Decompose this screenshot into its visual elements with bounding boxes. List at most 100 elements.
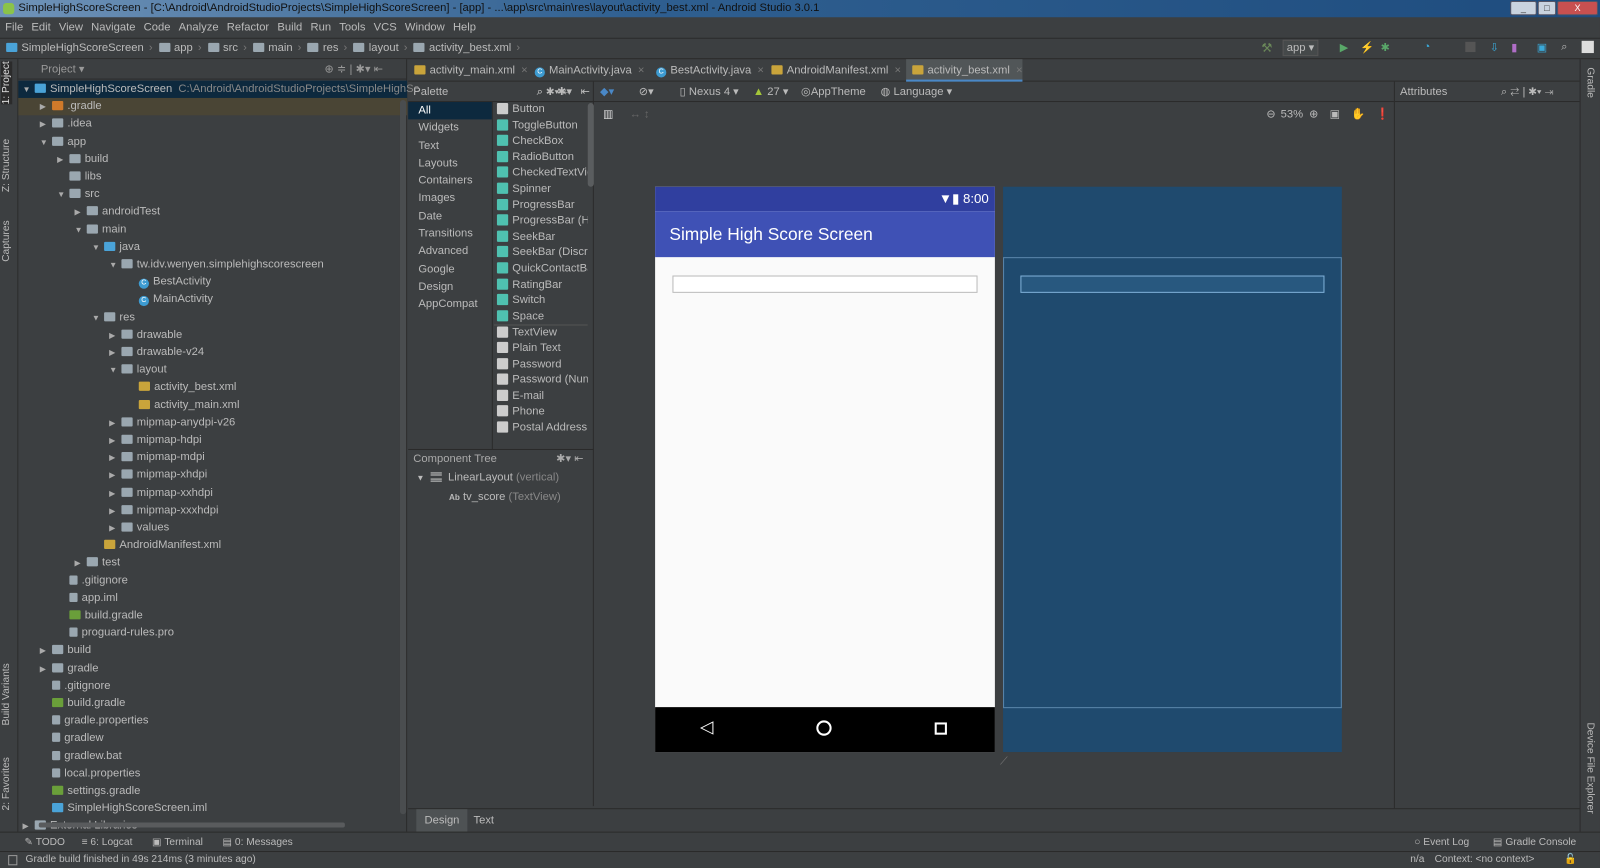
menu-file[interactable]: File [5, 21, 23, 33]
sync-icon[interactable]: ⇩ [1490, 41, 1502, 54]
terminal-tool[interactable]: ▣ Terminal [152, 833, 203, 852]
expanded-arrow-icon[interactable]: ▼ [92, 309, 104, 326]
expanded-arrow-icon[interactable]: ▼ [109, 361, 121, 378]
user-icon[interactable] [1581, 40, 1594, 54]
tree-item[interactable]: C BestActivity [18, 274, 407, 291]
tree-item[interactable]: C MainActivity [18, 291, 407, 308]
expanded-arrow-icon[interactable]: ▼ [57, 186, 69, 203]
tab-activity-best-xml[interactable]: activity_best.xml × [906, 59, 1023, 82]
palette-item[interactable]: Plain Text [494, 341, 588, 357]
tab-activity-main-xml[interactable]: activity_main.xml × [408, 59, 528, 81]
palette-item[interactable]: TextView [493, 324, 588, 341]
palette-item[interactable]: RatingBar [494, 277, 588, 293]
breadcrumb-item[interactable]: main [252, 39, 301, 58]
device-select[interactable]: ▯ Nexus 4 ▾ [680, 82, 739, 102]
palette-category-date[interactable]: Date [408, 208, 492, 226]
collapsed-arrow-icon[interactable]: ▶ [40, 98, 52, 115]
blueprint-tv-score[interactable] [1020, 275, 1325, 293]
tree-item[interactable]: SimpleHighScoreScreen.iml [18, 800, 407, 817]
menu-build[interactable]: Build [277, 21, 302, 33]
tree-item[interactable]: gradlew [18, 730, 407, 747]
expanded-arrow-icon[interactable]: ▼ [109, 256, 121, 273]
apply-changes-icon[interactable]: ⚡ [1360, 41, 1374, 54]
tree-item[interactable]: build.gradle [18, 607, 407, 624]
gradle-tool-tab[interactable]: Gradle [1585, 67, 1596, 98]
project-view-select[interactable]: Project ▾ [41, 63, 85, 75]
horizontal-scrollbar[interactable] [38, 822, 345, 828]
status-message[interactable]: Gradle build finished in 49s 214ms (3 mi… [26, 852, 256, 868]
palette-item[interactable]: Postal Address [494, 420, 588, 436]
tree-item[interactable]: ▼ res [18, 309, 407, 326]
zoom-fit-icon[interactable]: ▣ [1330, 103, 1341, 125]
expanded-arrow-icon[interactable]: ▼ [40, 133, 52, 150]
palette-item[interactable]: CheckBox [494, 134, 588, 150]
breadcrumb-item[interactable]: src [207, 39, 247, 58]
palette-item[interactable]: QuickContactBadge [494, 261, 588, 277]
collapsed-arrow-icon[interactable]: ▶ [74, 554, 86, 571]
tree-item[interactable]: ▶ drawable-v24 [18, 344, 407, 361]
breadcrumb-item[interactable]: activity_best.xml [413, 39, 521, 58]
menu-view[interactable]: View [59, 21, 83, 33]
collapsed-arrow-icon[interactable]: ▶ [109, 484, 121, 501]
collapsed-arrow-icon[interactable]: ▶ [109, 414, 121, 431]
palette-scrollbar[interactable] [587, 103, 594, 187]
tab-bestactivity-java[interactable]: C BestActivity.java × [650, 59, 764, 81]
tree-item[interactable]: ▶ drawable [18, 326, 407, 343]
tree-item[interactable]: app.iml [18, 590, 407, 607]
collapsed-arrow-icon[interactable]: ▶ [40, 116, 52, 133]
blueprint-toggle-icon[interactable]: ▥ [603, 103, 614, 125]
expanded-arrow-icon[interactable]: ▼ [92, 239, 104, 256]
menu-analyze[interactable]: Analyze [179, 21, 219, 33]
breadcrumb-item[interactable]: layout [353, 39, 407, 58]
tree-node-tv-score[interactable]: Ab tv_score (TextView) [408, 488, 593, 507]
settings-icon[interactable]: ✱▾ [557, 82, 572, 102]
orientation-icon[interactable]: ⊘▾ [639, 82, 654, 102]
tree-item[interactable]: ▼ java [18, 239, 407, 256]
tree-item[interactable]: ▶ .gradle [18, 98, 408, 116]
search-icon[interactable]: ⌕ [1561, 41, 1573, 53]
close-button[interactable]: X [1557, 1, 1598, 16]
tree-item[interactable]: libs [18, 168, 407, 185]
expanded-arrow-icon[interactable]: ▼ [22, 81, 34, 98]
collapsed-arrow-icon[interactable]: ▶ [40, 642, 52, 659]
search-palette-icon[interactable]: ⌕ [537, 82, 543, 102]
menu-vcs[interactable]: VCS [374, 21, 397, 33]
collapsed-arrow-icon[interactable]: ▶ [109, 344, 121, 361]
lock-icon[interactable]: 🔓 [1564, 852, 1577, 868]
palette-category-google[interactable]: Google [408, 261, 492, 279]
tree-item[interactable]: ▶ mipmap-xxxhdpi [18, 502, 407, 519]
palette-category-layouts[interactable]: Layouts [408, 155, 492, 173]
palette-category-images[interactable]: Images [408, 190, 492, 208]
debug-icon[interactable]: ✱ [1381, 41, 1393, 54]
palette-category-transitions[interactable]: Transitions [408, 226, 492, 244]
menu-code[interactable]: Code [144, 21, 171, 33]
menu-run[interactable]: Run [310, 21, 331, 33]
gradle-console-tool[interactable]: ▤ Gradle Console [1493, 833, 1576, 852]
tree-item[interactable]: build.gradle [18, 695, 407, 712]
tree-item[interactable]: settings.gradle [18, 783, 407, 800]
tree-item[interactable]: .gitignore [18, 572, 407, 589]
resize-handle-icon[interactable]: ⟋ [1000, 755, 1008, 768]
context-indicator[interactable]: Context: <no context> [1435, 852, 1535, 868]
palette-category-design[interactable]: Design [408, 279, 492, 297]
build-hammer-icon[interactable]: ⚒ [1261, 41, 1273, 55]
tree-item[interactable]: ▼ SimpleHighScoreScreen C:\Android\Android… [18, 80, 419, 98]
stop-icon[interactable] [1465, 41, 1476, 53]
collapsed-arrow-icon[interactable]: ▶ [40, 660, 52, 677]
tab-close-icon[interactable]: × [895, 64, 902, 76]
palette-item[interactable]: Phone [494, 404, 588, 420]
tree-item[interactable]: ▼ tw.idv.wenyen.simplehighscorescreen [18, 256, 407, 273]
tab-close-icon[interactable]: × [1016, 64, 1023, 76]
maximize-button[interactable]: □ [1537, 1, 1557, 16]
tree-item[interactable]: ▶ .idea [18, 116, 407, 133]
collapsed-arrow-icon[interactable]: ▶ [109, 519, 121, 536]
collapsed-arrow-icon[interactable]: ▶ [57, 151, 69, 168]
tree-item[interactable]: ▶ mipmap-mdpi [18, 449, 407, 466]
tree-item[interactable]: local.properties [18, 765, 407, 782]
tab-close-icon[interactable]: × [638, 64, 645, 76]
sdk-manager-icon[interactable]: ▣ [1537, 41, 1549, 54]
todo-tool[interactable]: ✎ TODO [24, 833, 65, 852]
tree-item[interactable]: ▶ mipmap-xxhdpi [18, 484, 407, 501]
collapsed-arrow-icon[interactable]: ▶ [74, 203, 86, 220]
palette-item[interactable]: SeekBar (Discrete) [494, 245, 588, 261]
